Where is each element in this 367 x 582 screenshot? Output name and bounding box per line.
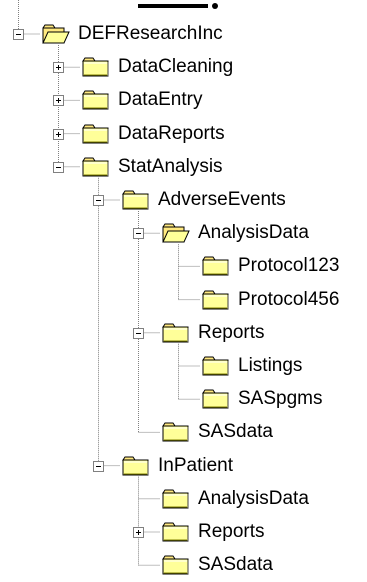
tree-node-label[interactable]: StatAnalysis	[118, 156, 223, 178]
collapse-toggle-icon[interactable]	[93, 460, 104, 472]
tree-node-label[interactable]: AnalysisData	[198, 488, 309, 510]
folder-icon	[162, 554, 190, 576]
tree-node-inpatient[interactable]: InPatient	[0, 451, 367, 481]
folder-icon	[202, 289, 230, 311]
folder-icon	[162, 521, 190, 543]
folder-icon	[82, 89, 110, 111]
tree-node-label[interactable]: DataEntry	[118, 89, 202, 111]
tree-node-sasdata-ae[interactable]: SASdata	[0, 417, 367, 447]
tree-node-label[interactable]: AdverseEvents	[158, 189, 286, 211]
tree-node-label[interactable]: Listings	[238, 355, 302, 377]
tree-node-reports[interactable]: Reports	[0, 318, 367, 348]
tree-node-saspgms[interactable]: SASpgms	[0, 384, 367, 414]
folder-tree: DEFResearchInc DataCleaning DataEntry DataR…	[0, 0, 367, 578]
expand-toggle-icon[interactable]	[53, 95, 64, 107]
folder-icon	[162, 322, 190, 344]
tree-node-label[interactable]: SASdata	[198, 554, 273, 576]
expand-toggle-icon[interactable]	[53, 128, 64, 140]
tree-node-protocol456[interactable]: Protocol456	[0, 285, 367, 315]
tree-node-label[interactable]: InPatient	[158, 455, 233, 477]
tree-node-datareports[interactable]: DataReports	[0, 119, 367, 149]
tree-node-label[interactable]: AnalysisData	[198, 222, 309, 244]
folder-icon	[82, 123, 110, 145]
collapse-toggle-icon[interactable]	[13, 29, 24, 40]
folder-icon	[202, 255, 230, 277]
tree-node-label[interactable]: DataCleaning	[118, 56, 233, 78]
tree-node-listings[interactable]: Listings	[0, 351, 367, 381]
folder-icon	[202, 388, 230, 410]
tree-node-defresearch[interactable]: DEFResearchInc	[0, 19, 367, 49]
tree-node-statanalysis[interactable]: StatAnalysis	[0, 152, 367, 182]
folder-icon	[82, 56, 110, 78]
tree-node-analysisdata-ip[interactable]: AnalysisData	[0, 484, 367, 514]
collapse-toggle-icon[interactable]	[133, 228, 144, 240]
tree-node-label[interactable]: SASdata	[198, 421, 273, 443]
tree-node-label[interactable]: Reports	[198, 322, 265, 344]
tree-node-label[interactable]: Protocol123	[238, 255, 339, 277]
tree-node-reports-ip[interactable]: Reports	[0, 517, 367, 547]
tree-node-analysisdata[interactable]: AnalysisData	[0, 218, 367, 248]
folder-icon	[122, 455, 150, 477]
tree-node-label[interactable]: SASpgms	[238, 388, 322, 410]
tree-node-dataentry[interactable]: DataEntry	[0, 85, 367, 115]
tree-node-protocol123[interactable]: Protocol123	[0, 251, 367, 281]
folder-icon	[82, 156, 110, 178]
expand-toggle-icon[interactable]	[53, 62, 64, 74]
tree-node-label[interactable]: DataReports	[118, 123, 225, 145]
tree-node-label[interactable]: Reports	[198, 521, 265, 543]
collapse-toggle-icon[interactable]	[93, 195, 104, 206]
folder-icon	[122, 189, 150, 211]
open-folder-icon	[42, 23, 70, 45]
collapse-toggle-icon[interactable]	[53, 161, 64, 173]
open-folder-icon	[162, 222, 190, 244]
tree-node-adverseevents[interactable]: AdverseEvents	[0, 185, 367, 215]
tree-node-label[interactable]: DEFResearchInc	[78, 23, 223, 45]
tree-node-sasdata-ip[interactable]: SASdata	[0, 550, 367, 580]
expand-toggle-icon[interactable]	[133, 527, 144, 538]
folder-icon	[162, 488, 190, 510]
tree-node-label[interactable]: Protocol456	[238, 289, 339, 311]
tree-node-datacleaning[interactable]: DataCleaning	[0, 52, 367, 82]
folder-icon	[202, 355, 230, 377]
folder-icon	[162, 421, 190, 443]
collapse-toggle-icon[interactable]	[133, 327, 144, 339]
